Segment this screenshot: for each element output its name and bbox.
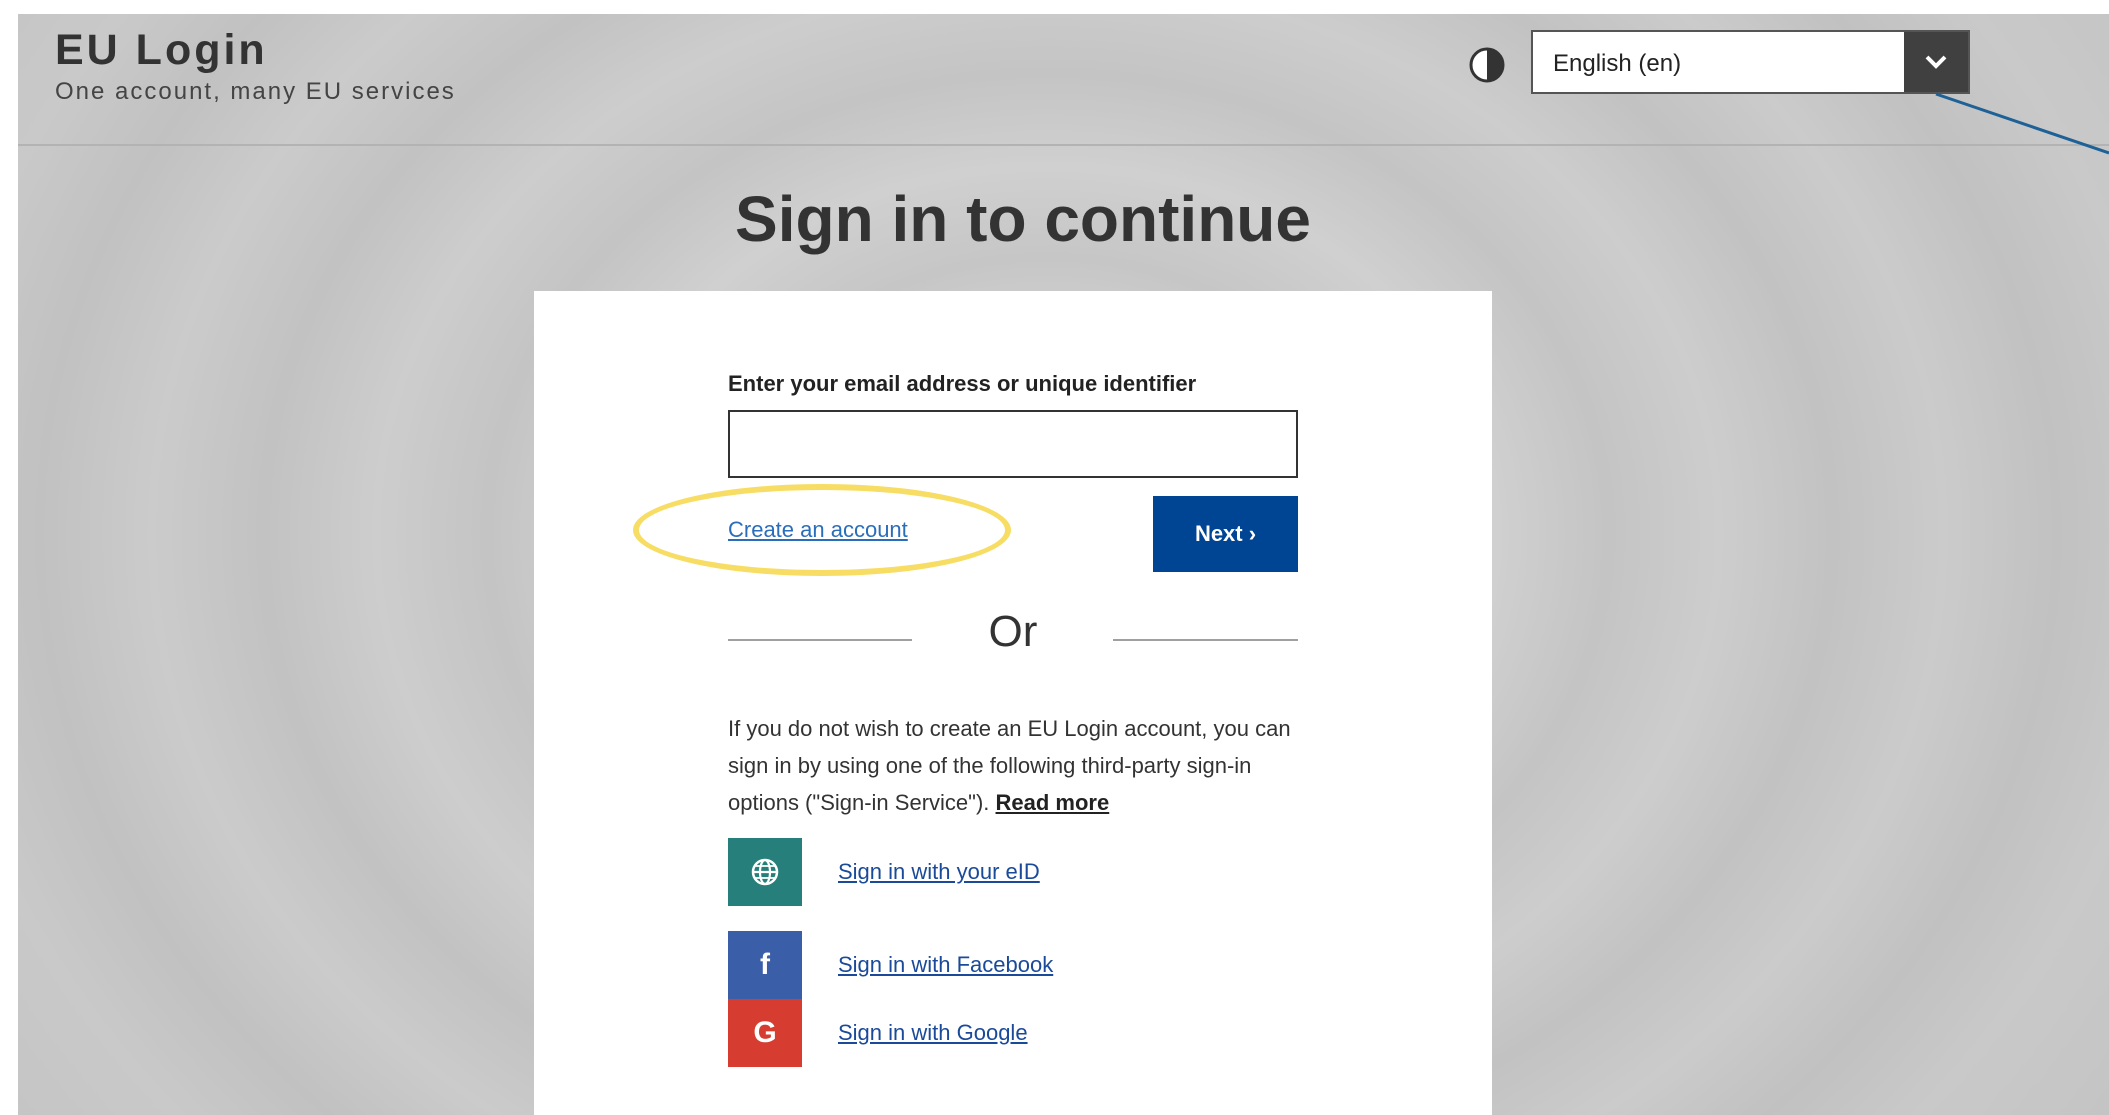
eu-login-page: EU Login One account, many EU services E… bbox=[18, 14, 2109, 1115]
next-button[interactable]: Next › bbox=[1153, 496, 1298, 572]
brand-subtitle: One account, many EU services bbox=[55, 78, 456, 105]
contrast-icon[interactable] bbox=[1468, 46, 1506, 84]
create-account-link[interactable]: Create an account bbox=[728, 517, 908, 543]
third-party-info: If you do not wish to create an EU Login… bbox=[728, 710, 1303, 821]
divider-line-right bbox=[1113, 639, 1298, 641]
language-select[interactable]: English (en) bbox=[1531, 30, 1970, 94]
language-dropdown-toggle[interactable] bbox=[1904, 32, 1968, 92]
facebook-icon[interactable]: f bbox=[728, 931, 802, 999]
email-input[interactable] bbox=[728, 410, 1298, 478]
eid-sign-in-link[interactable]: Sign in with your eID bbox=[838, 859, 1040, 885]
site-header: EU Login One account, many EU services E… bbox=[18, 14, 2109, 146]
brand-title: EU Login bbox=[55, 26, 268, 74]
facebook-sign-in-link[interactable]: Sign in with Facebook bbox=[838, 952, 1053, 978]
facebook-sign-in[interactable]: f Sign in with Facebook bbox=[728, 931, 1298, 999]
eid-sign-in[interactable]: Sign in with your eID bbox=[728, 838, 1298, 906]
divider-line-left bbox=[728, 639, 912, 641]
google-sign-in[interactable]: G Sign in with Google bbox=[728, 999, 1298, 1067]
email-label: Enter your email address or unique ident… bbox=[728, 371, 1197, 396]
google-sign-in-link[interactable]: Sign in with Google bbox=[838, 1020, 1028, 1046]
read-more-link[interactable]: Read more bbox=[996, 790, 1110, 815]
language-selected-value: English (en) bbox=[1553, 50, 1682, 77]
globe-icon[interactable] bbox=[728, 838, 802, 906]
sign-in-card: Enter your email address or unique ident… bbox=[534, 291, 1492, 1115]
chevron-down-icon bbox=[1925, 55, 1947, 69]
google-icon[interactable]: G bbox=[728, 999, 802, 1067]
or-divider-text: Or bbox=[988, 607, 1038, 656]
globe-icon-graphic bbox=[751, 858, 779, 886]
page-title: Sign in to continue bbox=[735, 183, 1311, 255]
